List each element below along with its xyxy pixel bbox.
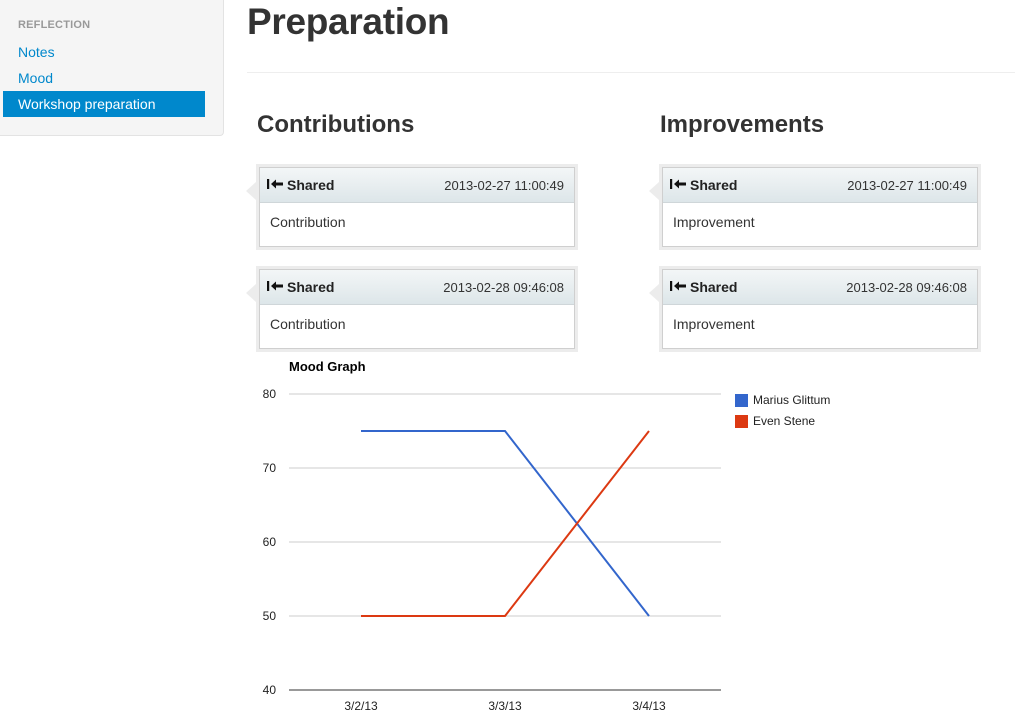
card-header: Shared 2013-02-28 09:46:08 [663, 270, 977, 305]
mood-graph: 40 50 60 70 80 3/2/13 3/3/13 3/4/13 [263, 387, 721, 713]
share-arrow-icon [267, 179, 283, 189]
card-header: Shared 2013-02-27 11:00:49 [260, 168, 574, 203]
nav-header: REFLECTION [18, 19, 91, 31]
improvements-title: Improvements [660, 111, 825, 138]
card-timestamp: 2013-02-28 09:46:08 [443, 280, 564, 295]
series-line-2 [361, 430, 650, 617]
y-tick-label: 70 [263, 461, 277, 475]
sidebar: REFLECTION Notes Mood Workshop preparati… [0, 0, 224, 136]
chart-title: Mood Graph [289, 359, 366, 374]
legend-swatch-series-1 [735, 394, 748, 407]
share-arrow-icon [267, 281, 283, 291]
y-tick-label: 40 [263, 683, 277, 697]
card-timestamp: 2013-02-27 11:00:49 [444, 178, 564, 193]
legend-label-series-1: Marius Glittum [753, 393, 831, 407]
shared-label: Shared [690, 279, 738, 295]
card-text: Contribution [270, 316, 346, 332]
card-timestamp: 2013-02-27 11:00:49 [847, 178, 967, 193]
legend-swatch-series-2 [735, 415, 748, 428]
contribution-card: Shared 2013-02-27 11:00:49 Contribution [246, 167, 575, 247]
x-tick-label: 3/2/13 [344, 699, 378, 713]
y-tick-label: 50 [263, 609, 277, 623]
page-title: Preparation [247, 1, 450, 42]
x-tick-label: 3/3/13 [488, 699, 522, 713]
shared-label: Shared [287, 279, 335, 295]
contributions-title: Contributions [257, 111, 415, 138]
improvement-card: Shared 2013-02-28 09:46:08 Improvement [649, 269, 978, 349]
card-text: Improvement [673, 214, 755, 230]
improvement-card: Shared 2013-02-27 11:00:49 Improvement [649, 167, 978, 247]
card-timestamp: 2013-02-28 09:46:08 [846, 280, 967, 295]
y-tick-label: 60 [263, 535, 277, 549]
y-tick-label: 80 [263, 387, 277, 401]
x-tick-label: 3/4/13 [632, 699, 666, 713]
card-text: Contribution [270, 214, 346, 230]
shared-label: Shared [690, 177, 738, 193]
series-line-1 [361, 430, 650, 617]
sidebar-item-mood[interactable]: Mood [3, 65, 205, 91]
shared-label: Shared [287, 177, 335, 193]
share-arrow-icon [670, 179, 686, 189]
legend-label-series-2: Even Stene [753, 414, 816, 428]
contribution-card: Shared 2013-02-28 09:46:08 Contribution [246, 269, 575, 349]
sidebar-item-notes[interactable]: Notes [3, 39, 205, 65]
card-header: Shared 2013-02-27 11:00:49 [663, 168, 977, 203]
sidebar-item-workshop-preparation[interactable]: Workshop preparation [3, 91, 205, 117]
share-arrow-icon [670, 281, 686, 291]
card-header: Shared 2013-02-28 09:46:08 [260, 270, 574, 305]
card-text: Improvement [673, 316, 755, 332]
divider [247, 72, 1015, 73]
